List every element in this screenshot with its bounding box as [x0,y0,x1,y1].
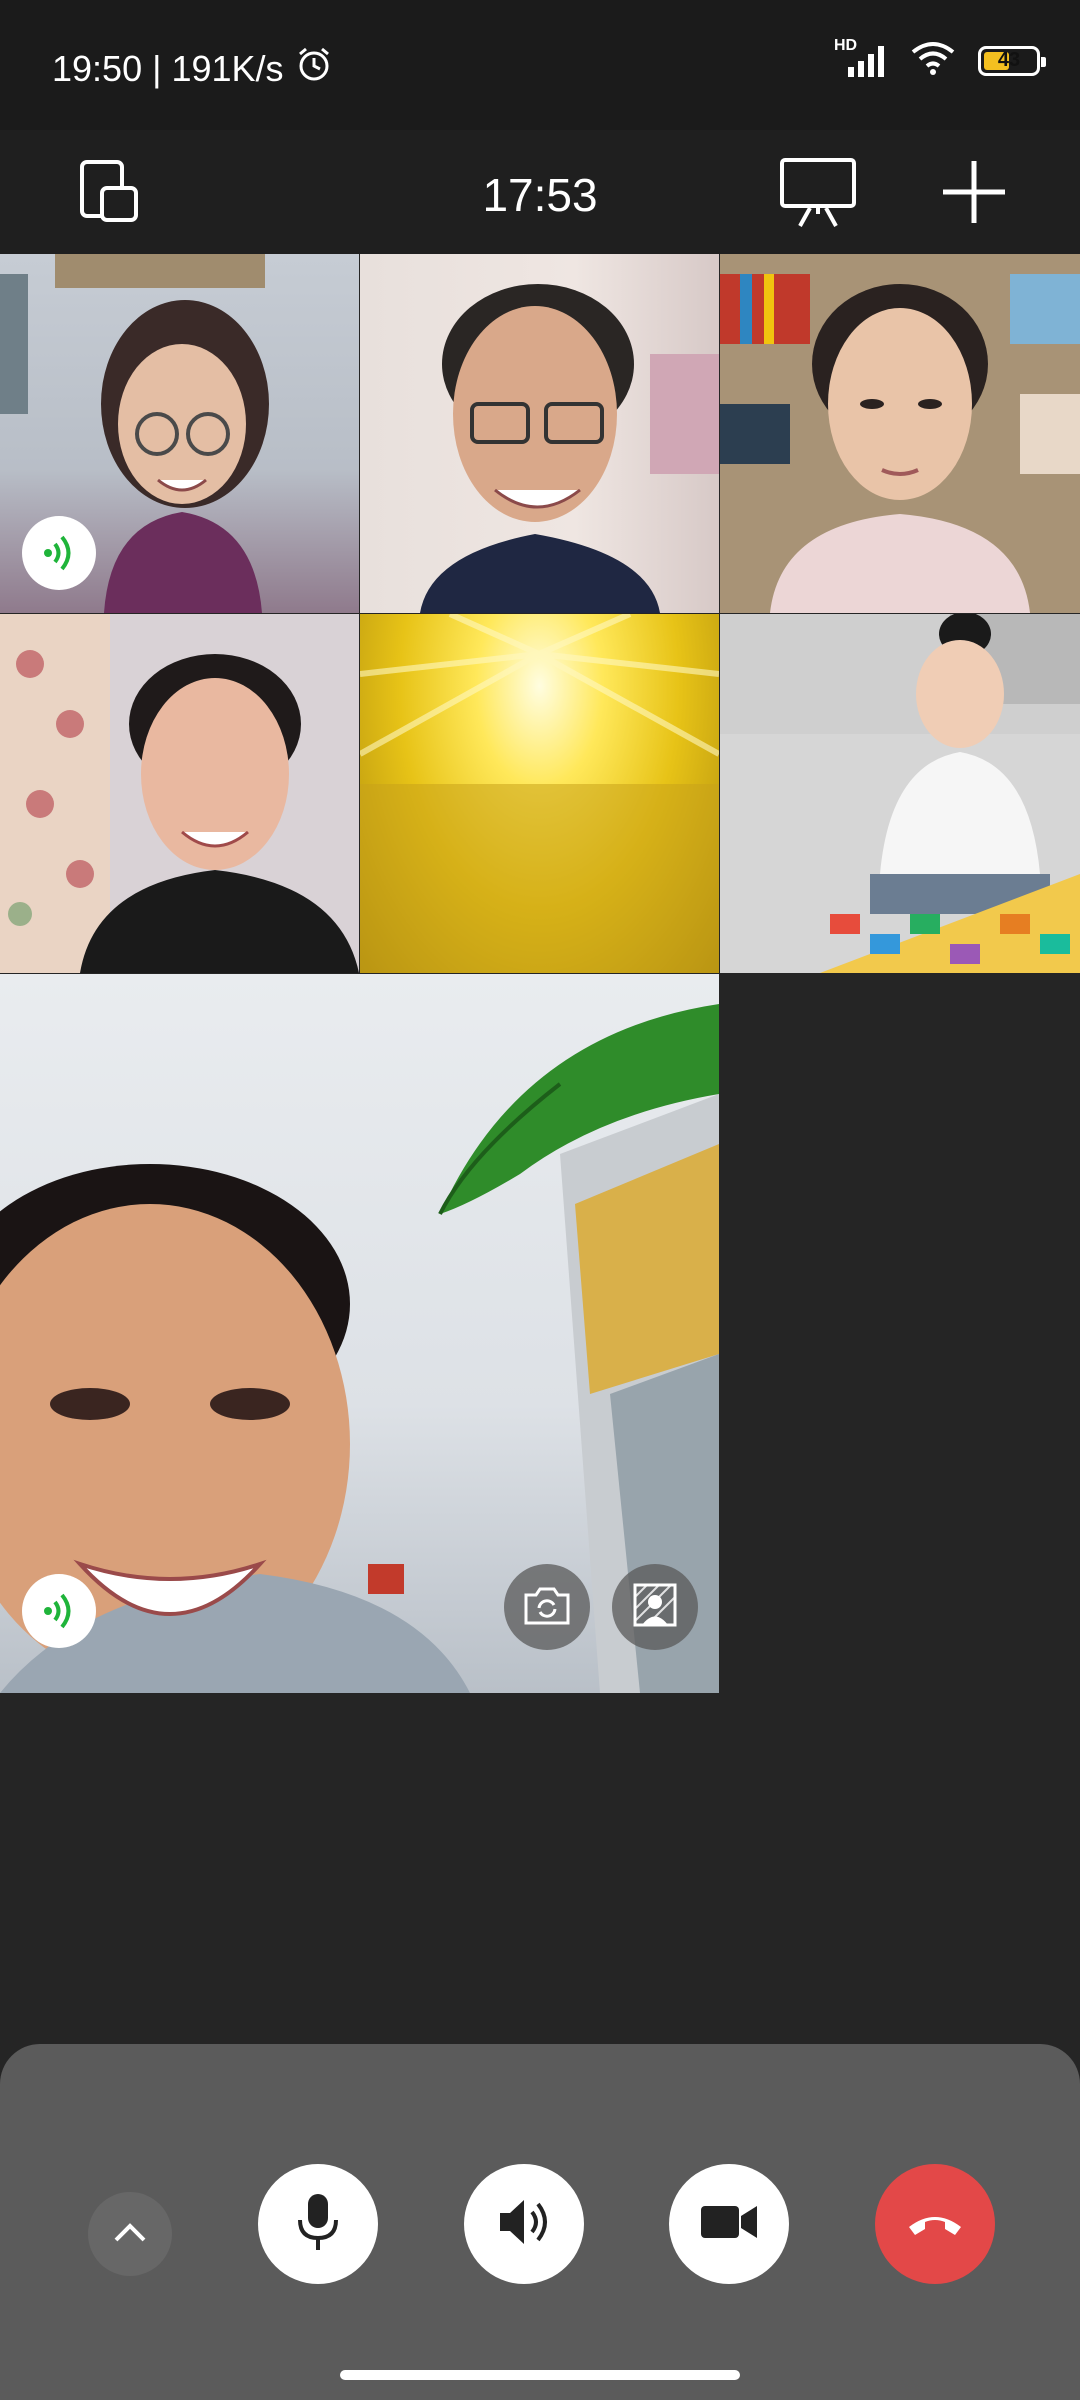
microphone-icon [295,2192,341,2257]
chevron-up-icon [112,2220,148,2249]
home-indicator[interactable] [340,2370,740,2380]
status-right: HD 43 [834,37,1046,81]
participant-video-2[interactable] [360,254,719,613]
hang-up-button[interactable] [875,2164,995,2284]
background-effect-icon [632,1582,678,1633]
participant-video-4[interactable] [0,614,359,973]
alarm-icon [294,44,334,93]
camera-button[interactable] [669,2164,789,2284]
add-participant-icon [941,159,1007,230]
self-video[interactable] [0,974,719,1693]
participant-video-6[interactable] [720,614,1080,973]
speaker-icon [496,2196,552,2253]
flip-camera-icon [522,1583,572,1632]
wifi-icon [910,40,956,81]
add-participant-button[interactable] [934,154,1014,234]
call-top-bar: 17:53 [0,130,1080,254]
expand-controls-button[interactable] [88,2192,172,2276]
screen-share-icon [778,156,858,233]
flip-camera-button[interactable] [504,1564,590,1650]
participant-video-1[interactable] [0,254,359,613]
call-control-panel [0,2044,1080,2400]
video-grid [0,254,1080,1694]
participant-video-5-placeholder[interactable] [360,614,719,973]
microphone-button[interactable] [258,2164,378,2284]
background-effect-button[interactable] [612,1564,698,1650]
status-time-speed: 19:50 | 191K/s [52,47,284,89]
speaking-indicator-icon [22,1574,96,1648]
hang-up-icon [905,2207,965,2242]
battery-icon: 43 [978,45,1046,76]
participant-video-3[interactable] [720,254,1080,613]
status-bar: 19:50 | 191K/s HD 43 [0,0,1080,130]
video-camera-icon [699,2202,759,2247]
screen-share-button[interactable] [778,154,858,234]
status-left: 19:50 | 191K/s [52,44,334,93]
speaker-button[interactable] [464,2164,584,2284]
video-call-screen: 19:50 | 191K/s HD 43 17:53 [0,0,1080,2400]
call-duration: 17:53 [482,169,598,221]
battery-level: 43 [997,49,1021,71]
signal-icon: HD [834,37,888,79]
speaking-indicator-icon [22,516,96,590]
